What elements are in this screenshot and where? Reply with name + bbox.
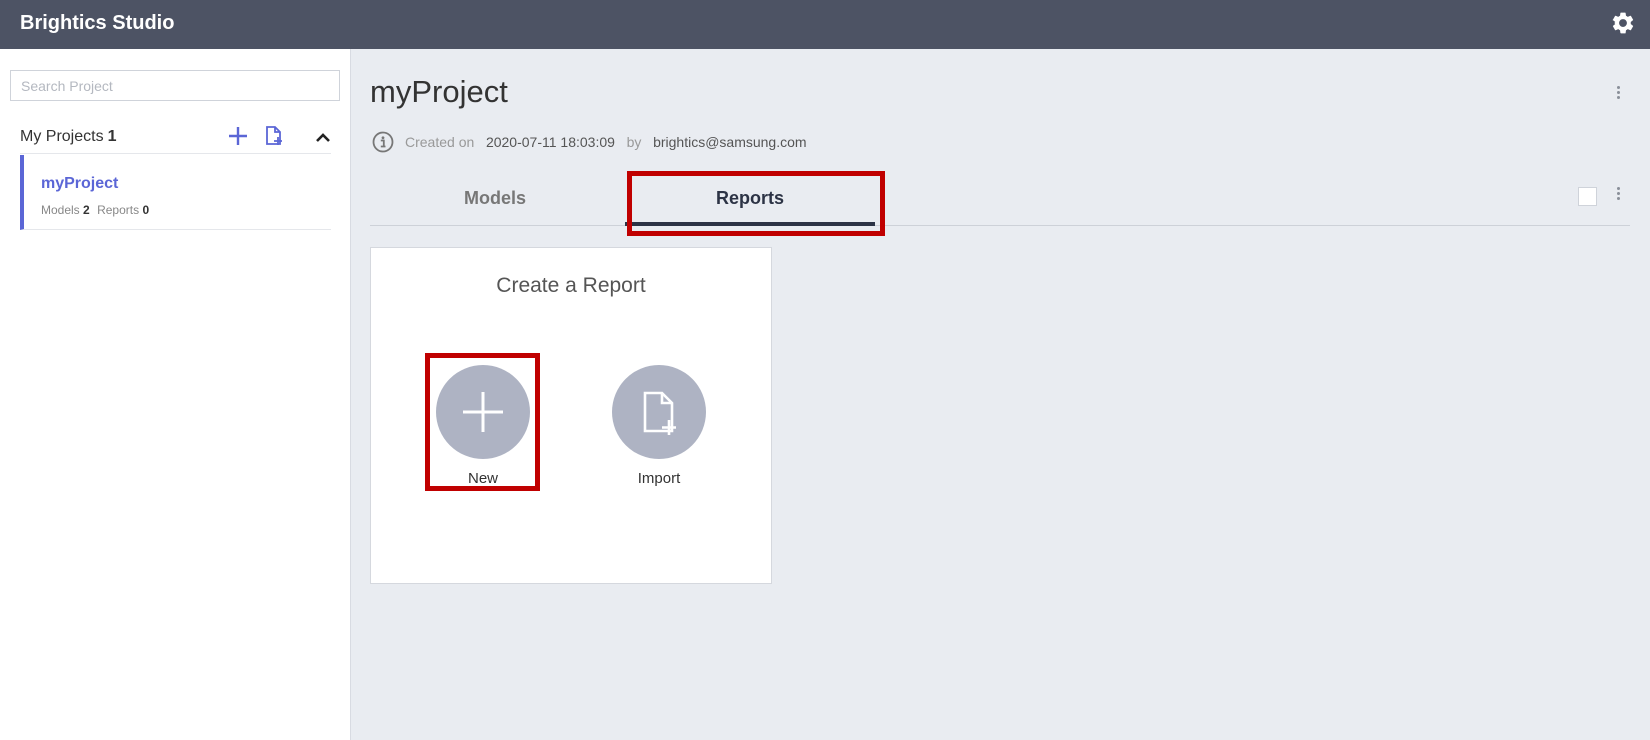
project-name: myProject [41, 175, 119, 192]
tab-reports[interactable]: Reports [625, 170, 875, 226]
import-label: Import [637, 470, 681, 487]
my-projects-header: My Projects 1 [20, 119, 331, 154]
project-meta: Models 2 Reports 0 [41, 203, 153, 217]
chevron-up-icon[interactable] [312, 127, 334, 149]
author-value: brightics@samsung.com [653, 134, 807, 150]
sidebar: My Projects1 myProject Models 2 Reports … [0, 49, 351, 740]
card-title: Create a Report [496, 274, 646, 297]
project-list-item[interactable]: myProject Models 2 Reports 0 [20, 155, 331, 230]
info-icon [372, 131, 394, 153]
file-import-large-icon [643, 391, 676, 435]
create-report-card: Create a Report New Import [370, 247, 772, 584]
project-models-count: 2 [83, 203, 90, 217]
project-reports-label: Reports [97, 203, 140, 217]
gear-icon[interactable] [1610, 10, 1636, 36]
plus-large-icon [463, 392, 503, 432]
created-value: 2020-07-11 18:03:09 [485, 134, 615, 150]
search-project-input[interactable] [10, 70, 340, 101]
my-projects-title: My Projects 1 [20, 128, 116, 146]
app-title: Brightics Studio [20, 12, 175, 34]
tab-models[interactable]: Models [370, 170, 620, 226]
new-label: New [467, 470, 498, 487]
created-info: Created on 2020-07-11 18:03:09 by bright… [405, 134, 807, 150]
my-projects-label: My Projects [20, 128, 104, 145]
plus-icon[interactable] [227, 125, 249, 147]
import-report-button[interactable] [612, 365, 706, 459]
my-projects-count: 1 [107, 128, 117, 145]
more-options-icon[interactable] [1613, 84, 1623, 106]
select-checkbox[interactable] [1578, 187, 1597, 206]
file-import-icon[interactable] [263, 125, 285, 147]
project-models-label: Models [41, 203, 80, 217]
tab-more-options-icon[interactable] [1613, 185, 1623, 207]
created-label: Created on [405, 134, 475, 150]
new-report-button[interactable] [436, 365, 530, 459]
top-bar: Brightics Studio [0, 0, 1650, 49]
page-title: myProject [370, 74, 508, 109]
by-label: by [626, 134, 642, 150]
project-reports-count: 0 [142, 203, 150, 217]
tab-bar: Models Reports [370, 170, 1630, 226]
